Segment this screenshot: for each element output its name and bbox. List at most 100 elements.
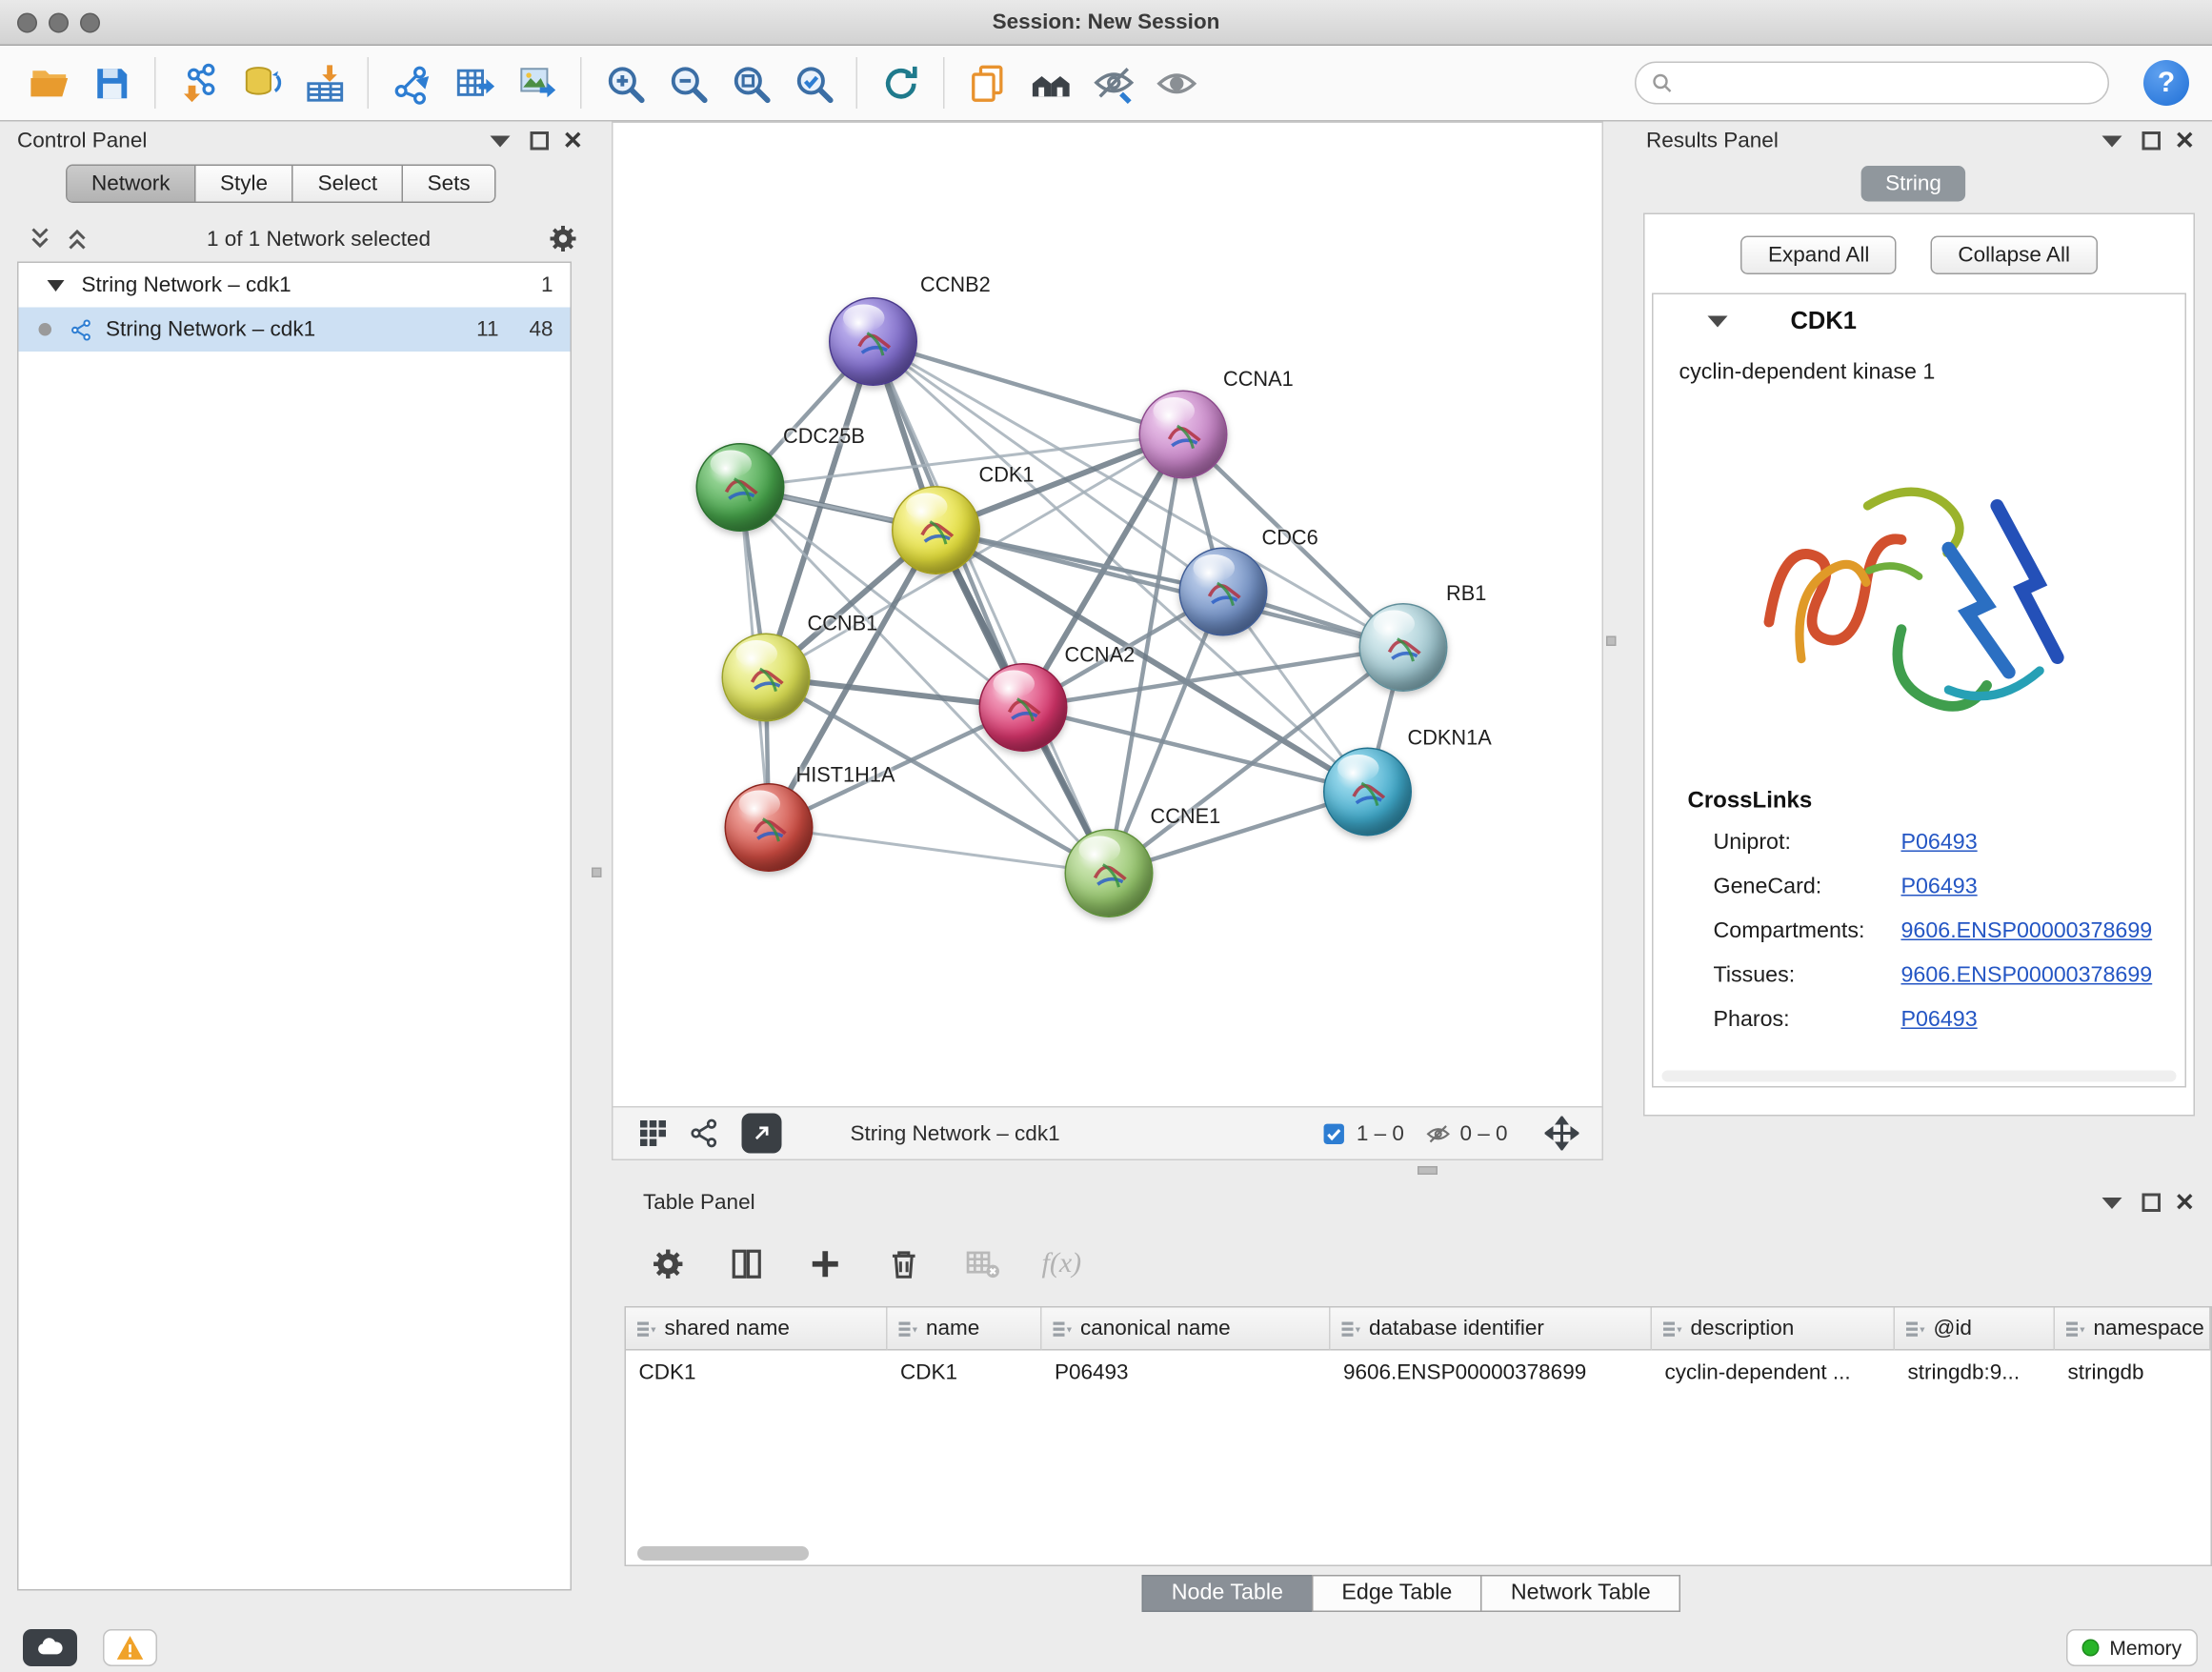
network-node-CCNE1[interactable] [1065, 829, 1154, 917]
gene-section-header[interactable]: CDK1 [1654, 294, 2185, 349]
checkbox-icon[interactable] [1320, 1119, 1348, 1147]
column-header-name[interactable]: name [888, 1308, 1042, 1351]
show-columns-icon[interactable] [728, 1244, 767, 1283]
close-panel-icon[interactable]: ✕ [2175, 129, 2195, 153]
collapse-all-chevrons-icon[interactable] [63, 225, 91, 253]
network-edge[interactable] [874, 342, 1110, 874]
tab-sets[interactable]: Sets [402, 166, 495, 202]
panel-menu-icon[interactable] [2101, 135, 2122, 147]
tree-expand-icon[interactable] [48, 279, 65, 291]
results-tab-string[interactable]: String [1861, 166, 1966, 202]
refresh-network-button[interactable] [869, 53, 932, 113]
left-splitter-handle[interactable] [592, 868, 602, 878]
zoom-window-button[interactable] [80, 13, 100, 33]
tab-style[interactable]: Style [194, 166, 292, 202]
warnings-button[interactable] [103, 1629, 157, 1666]
network-node-CDC6[interactable] [1179, 548, 1268, 636]
import-table-button[interactable] [293, 53, 356, 113]
compartments-link[interactable]: 9606.ENSP00000378699 [1900, 919, 2152, 944]
export-table-button[interactable] [443, 53, 506, 113]
duplicate-document-button[interactable] [956, 53, 1019, 113]
panel-menu-icon[interactable] [2101, 1197, 2122, 1208]
network-node-CCNA2[interactable] [979, 663, 1068, 752]
tab-network-table[interactable]: Network Table [1480, 1575, 1680, 1612]
network-node-RB1[interactable] [1359, 603, 1448, 692]
pan-mode-button[interactable] [1545, 1117, 1579, 1151]
zoom-fit-button[interactable] [719, 53, 782, 113]
float-panel-icon[interactable] [2142, 1194, 2161, 1213]
cell-description[interactable]: cyclin-dependent ... [1652, 1351, 1895, 1394]
table-settings-gear-icon[interactable] [649, 1244, 688, 1283]
uniprot-link[interactable]: P06493 [1900, 831, 1977, 856]
collapse-section-icon[interactable] [1708, 316, 1728, 328]
network-edge[interactable] [874, 342, 1184, 435]
add-column-icon[interactable] [806, 1244, 845, 1283]
network-node-CDC25B[interactable] [696, 443, 785, 532]
close-panel-icon[interactable]: ✕ [563, 129, 583, 153]
close-window-button[interactable] [17, 13, 37, 33]
column-header-description[interactable]: description [1652, 1308, 1895, 1351]
network-node-CCNA1[interactable] [1139, 391, 1228, 479]
column-header-namespace[interactable]: namespace [2055, 1308, 2211, 1351]
table-row[interactable]: CDK1 CDK1 P06493 9606.ENSP00000378699 cy… [626, 1351, 2211, 1394]
tissues-link[interactable]: 9606.ENSP00000378699 [1900, 963, 2152, 988]
memory-button[interactable]: Memory [2066, 1629, 2198, 1666]
help-button[interactable]: ? [2143, 60, 2189, 106]
network-node-HIST1H1A[interactable] [725, 783, 814, 872]
eye-slash-icon[interactable] [1424, 1119, 1452, 1147]
show-graphics-details-button[interactable] [1145, 53, 1208, 113]
genecard-link[interactable]: P06493 [1900, 875, 1977, 899]
minimize-window-button[interactable] [49, 13, 69, 33]
zoom-out-button[interactable] [656, 53, 719, 113]
network-node-CCNB1[interactable] [722, 634, 811, 722]
cell-name[interactable]: CDK1 [888, 1351, 1042, 1394]
search-input[interactable] [1682, 71, 2094, 94]
network-edge[interactable] [769, 828, 1109, 874]
hide-graphics-details-button[interactable] [1082, 53, 1145, 113]
zoom-selected-button[interactable] [782, 53, 845, 113]
float-panel-icon[interactable] [2142, 131, 2161, 151]
horizontal-splitter-handle[interactable] [1418, 1166, 1438, 1175]
houses-button[interactable] [1019, 53, 1082, 113]
collapse-all-button[interactable]: Collapse All [1931, 236, 2098, 275]
results-scrollbar[interactable] [1662, 1071, 2177, 1082]
birdseye-view-button[interactable] [636, 1117, 671, 1151]
delete-column-icon[interactable] [885, 1244, 924, 1283]
detach-view-button[interactable] [742, 1114, 782, 1154]
panel-menu-icon[interactable] [490, 135, 510, 147]
column-header-shared-name[interactable]: shared name [626, 1308, 888, 1351]
tab-select[interactable]: Select [292, 166, 402, 202]
scrollbar-thumb[interactable] [637, 1546, 809, 1561]
cell-id[interactable]: stringdb:9... [1895, 1351, 2055, 1394]
network-overview-button[interactable] [688, 1117, 722, 1151]
cell-shared-name[interactable]: CDK1 [626, 1351, 888, 1394]
tab-edge-table[interactable]: Edge Table [1312, 1575, 1482, 1612]
column-header-canonical-name[interactable]: canonical name [1042, 1308, 1331, 1351]
column-header-database-identifier[interactable]: database identifier [1331, 1308, 1653, 1351]
search-field[interactable] [1635, 62, 2109, 105]
network-edge[interactable] [936, 531, 1404, 648]
cloud-button[interactable] [23, 1629, 77, 1666]
title-bar[interactable]: Session: New Session [0, 0, 2212, 46]
cell-database-identifier[interactable]: 9606.ENSP00000378699 [1331, 1351, 1653, 1394]
cell-canonical-name[interactable]: P06493 [1042, 1351, 1331, 1394]
float-panel-icon[interactable] [530, 131, 549, 151]
export-network-button[interactable] [380, 53, 443, 113]
cell-namespace[interactable]: stringdb [2055, 1351, 2211, 1394]
network-canvas[interactable]: CCNB2CCNA1CDC25BCDK1CDC6RB1CCNB1CCNA2CDK… [613, 123, 1602, 1106]
network-row-selected[interactable]: String Network – cdk1 11 48 [19, 308, 571, 353]
network-collection-row[interactable]: String Network – cdk1 1 [19, 263, 571, 308]
expand-all-chevrons-icon[interactable] [26, 225, 54, 253]
import-network-database-button[interactable] [231, 53, 293, 113]
save-session-button[interactable] [80, 53, 143, 113]
network-node-CDK1[interactable] [892, 486, 980, 574]
network-node-CDKN1A[interactable] [1323, 748, 1412, 836]
column-header-id[interactable]: @id [1895, 1308, 2055, 1351]
zoom-in-button[interactable] [593, 53, 656, 113]
tab-network[interactable]: Network [68, 166, 195, 202]
table-horizontal-scrollbar[interactable] [632, 1546, 2203, 1561]
expand-all-button[interactable]: Expand All [1741, 236, 1897, 275]
open-session-button[interactable] [17, 53, 80, 113]
gear-icon[interactable] [546, 222, 580, 256]
tab-node-table[interactable]: Node Table [1141, 1575, 1313, 1612]
